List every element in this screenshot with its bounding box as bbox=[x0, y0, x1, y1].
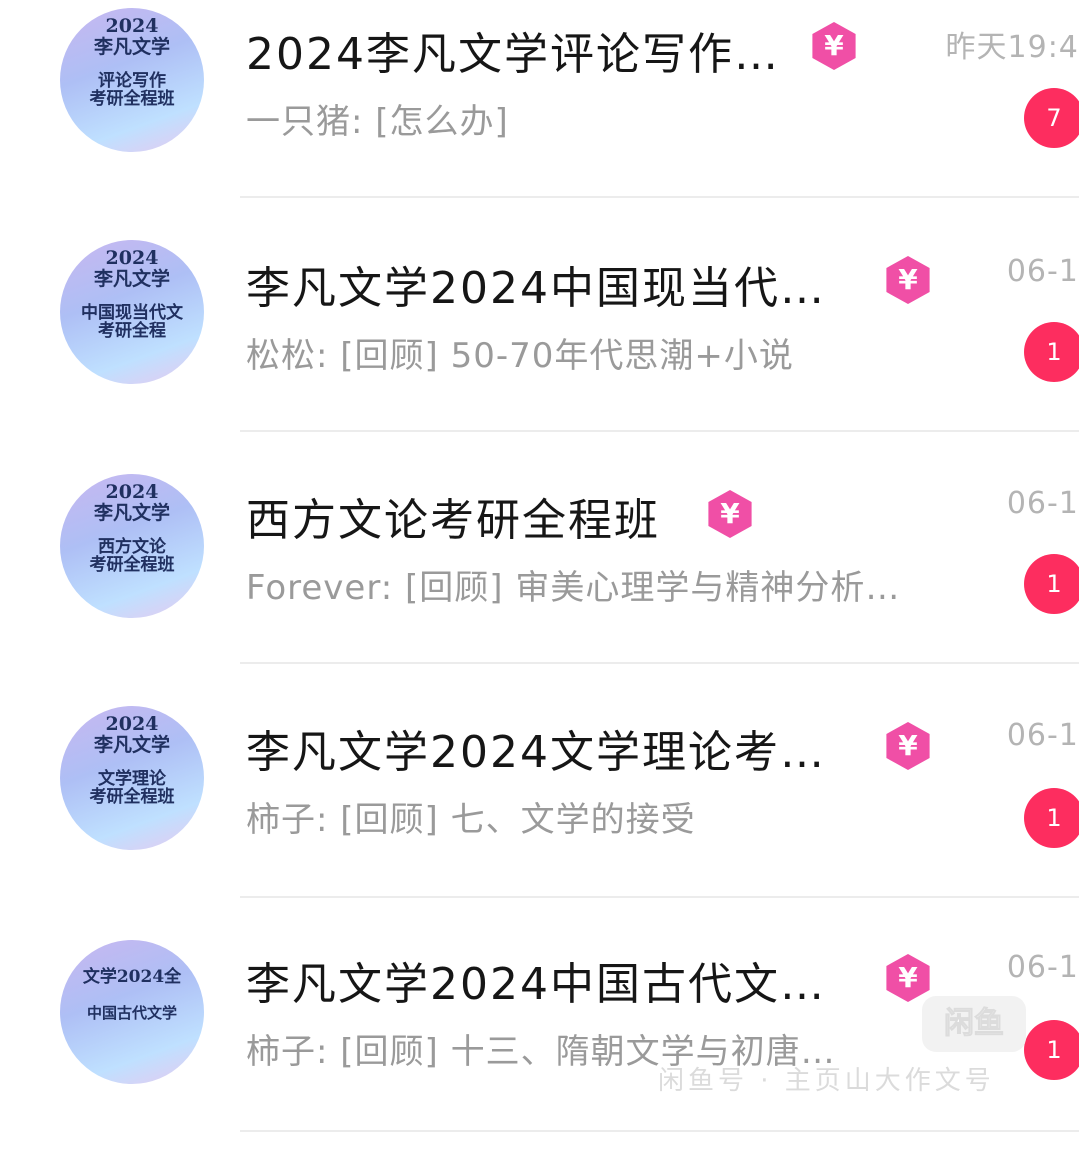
paid-group-icon: ¥ bbox=[886, 722, 930, 770]
unread-badge: 7 bbox=[1024, 88, 1079, 148]
avatar[interactable]: 2024 李凡文学 西方文论 考研全程班 bbox=[60, 474, 204, 618]
avatar-text: 2024 bbox=[105, 481, 159, 503]
avatar-text: 2024 bbox=[105, 713, 159, 735]
avatar-text: 考研全程班 bbox=[89, 555, 175, 576]
watermark-caption: 闲鱼号 · 主页山大作文号 bbox=[658, 1066, 995, 1096]
avatar-text: 中国古代文学 bbox=[86, 1003, 177, 1022]
chat-title: 2024李凡文学评论写作… bbox=[246, 29, 780, 80]
avatar-text: 李凡文学 bbox=[93, 267, 170, 290]
chat-time: 06-16 bbox=[1006, 486, 1079, 521]
chat-time: 06-18 bbox=[1006, 254, 1079, 289]
chat-time: 06-15 bbox=[1006, 718, 1079, 753]
chat-title: 李凡文学2024中国现当代… bbox=[246, 263, 826, 314]
avatar-text: 2024 bbox=[105, 15, 159, 37]
chat-title: 西方文论考研全程班 bbox=[246, 495, 660, 546]
row-divider bbox=[240, 662, 1079, 664]
chat-title: 李凡文学2024中国古代文… bbox=[246, 959, 826, 1010]
row-divider bbox=[240, 1130, 1079, 1132]
chat-list: 2024 李凡文学 评论写作 考研全程班 2024李凡文学评论写作… ¥ 昨天1… bbox=[0, 0, 1079, 1137]
paid-group-icon: ¥ bbox=[812, 22, 856, 70]
chat-title: 李凡文学2024文学理论考… bbox=[246, 727, 826, 778]
avatar-text: 2024 bbox=[105, 247, 159, 269]
row-divider bbox=[240, 896, 1079, 898]
avatar[interactable]: 文学2024全 中国古代文学 bbox=[60, 940, 204, 1084]
avatar[interactable]: 2024 李凡文学 评论写作 考研全程班 bbox=[60, 8, 204, 152]
avatar-text: 西方文论 bbox=[98, 536, 166, 557]
avatar-text: 考研全程 bbox=[98, 321, 166, 342]
avatar-text: 文学2024全 bbox=[82, 967, 182, 987]
chat-row[interactable]: 2024 李凡文学 文学理论 考研全程班 李凡文学2024文学理论考… ¥ 06… bbox=[0, 696, 1079, 928]
chat-time: 昨天19:47 bbox=[945, 30, 1079, 65]
avatar-text: 李凡文学 bbox=[93, 733, 170, 756]
avatar-text: 李凡文学 bbox=[93, 35, 170, 58]
avatar-text: 评论写作 bbox=[98, 70, 166, 91]
chat-row[interactable]: 2024 李凡文学 西方文论 考研全程班 西方文论考研全程班 ¥ 06-16 F… bbox=[0, 464, 1079, 696]
chat-row[interactable]: 2024 李凡文学 中国现当代文 考研全程 李凡文学2024中国现当代… ¥ 0… bbox=[0, 232, 1079, 464]
chat-preview: 柿子: [回顾] 七、文学的接受 bbox=[246, 800, 696, 840]
watermark-logo: 闲鱼 bbox=[922, 996, 1026, 1052]
row-divider bbox=[240, 196, 1079, 198]
avatar-text: 考研全程班 bbox=[89, 787, 175, 808]
chat-row[interactable]: 2024 李凡文学 评论写作 考研全程班 2024李凡文学评论写作… ¥ 昨天1… bbox=[0, 0, 1079, 232]
chat-preview: 松松: [回顾] 50-70年代思潮+小说 bbox=[246, 336, 794, 376]
avatar-text: 考研全程班 bbox=[89, 89, 175, 110]
unread-badge: 1 bbox=[1024, 1020, 1079, 1080]
row-divider bbox=[240, 430, 1079, 432]
paid-group-icon: ¥ bbox=[886, 256, 930, 304]
avatar[interactable]: 2024 李凡文学 中国现当代文 考研全程 bbox=[60, 240, 204, 384]
unread-badge: 1 bbox=[1024, 322, 1079, 382]
chat-preview: Forever: [回顾] 审美心理学与精神分析… bbox=[246, 568, 901, 608]
avatar-text: 李凡文学 bbox=[93, 501, 170, 524]
chat-row[interactable]: 文学2024全 中国古代文学 李凡文学2024中国古代文… ¥ 06-14 柿子… bbox=[0, 928, 1079, 1160]
paid-group-icon: ¥ bbox=[708, 490, 752, 538]
avatar-text: 文学理论 bbox=[98, 768, 166, 789]
avatar-text: 中国现当代文 bbox=[81, 302, 183, 323]
unread-badge: 1 bbox=[1024, 554, 1079, 614]
paid-group-icon: ¥ bbox=[886, 954, 930, 1002]
avatar[interactable]: 2024 李凡文学 文学理论 考研全程班 bbox=[60, 706, 204, 850]
chat-time: 06-14 bbox=[1006, 950, 1079, 985]
unread-badge: 1 bbox=[1024, 788, 1079, 848]
chat-preview: 一只猪: [怎么办] bbox=[246, 102, 509, 142]
